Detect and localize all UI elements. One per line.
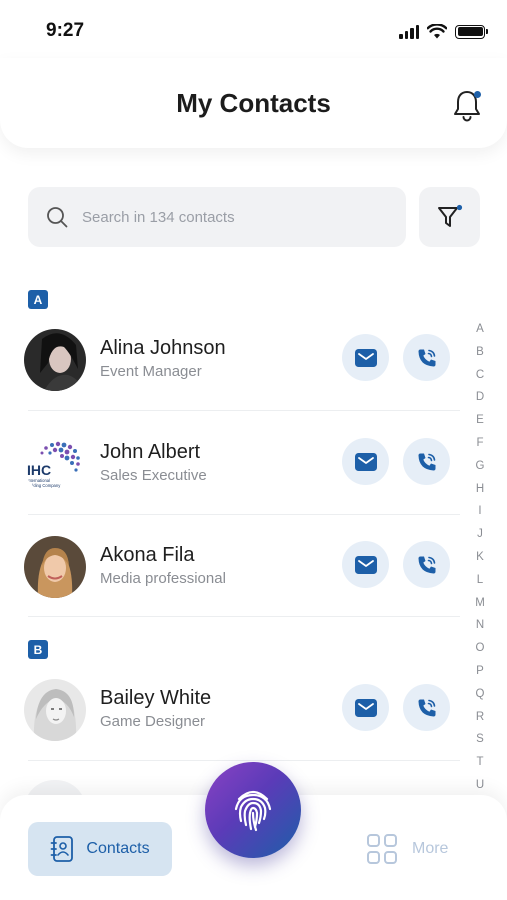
email-button[interactable] xyxy=(342,334,389,381)
call-button[interactable] xyxy=(403,438,450,485)
filter-button[interactable] xyxy=(419,187,480,247)
email-button[interactable] xyxy=(342,541,389,588)
search-input[interactable] xyxy=(82,208,362,226)
avatar xyxy=(24,329,86,391)
mail-icon xyxy=(354,698,377,717)
phone-icon xyxy=(418,556,435,573)
alphabet-index-letter[interactable]: O xyxy=(476,637,485,660)
alphabet-index-letter[interactable]: T xyxy=(476,751,483,774)
alphabet-index-letter[interactable]: H xyxy=(476,478,484,501)
alphabet-index-letter[interactable]: R xyxy=(476,706,484,729)
alphabet-index-letter[interactable]: P xyxy=(476,660,484,683)
section-letter-a: A xyxy=(28,290,48,309)
page-title: My Contacts xyxy=(176,88,331,118)
alphabet-index-letter[interactable]: I xyxy=(478,500,481,523)
tab-more-label: More xyxy=(412,840,449,857)
tab-contacts-label: Contacts xyxy=(86,840,150,857)
wifi-icon xyxy=(427,24,447,39)
alphabet-index-letter[interactable]: N xyxy=(476,614,484,637)
divider xyxy=(28,760,460,761)
contact-role: Game Designer xyxy=(100,713,206,730)
fingerprint-button[interactable] xyxy=(205,762,301,858)
contact-role: Media professional xyxy=(100,570,226,587)
alphabet-index-letter[interactable]: L xyxy=(477,569,483,592)
mail-icon xyxy=(354,348,377,367)
signal-icon xyxy=(399,24,419,39)
search-icon xyxy=(47,207,68,228)
alphabet-index-letter[interactable]: E xyxy=(476,409,484,432)
alphabet-index-letter[interactable]: B xyxy=(476,341,484,364)
phone-icon xyxy=(418,699,435,716)
contact-name: John Albert xyxy=(100,441,201,463)
contacts-book-icon xyxy=(51,836,74,862)
contact-row[interactable]: Bailey White Game Designer xyxy=(24,673,454,743)
alphabet-index-letter[interactable]: G xyxy=(476,455,485,478)
call-button[interactable] xyxy=(403,541,450,588)
svg-text:IHC: IHC xyxy=(27,462,51,478)
call-button[interactable] xyxy=(403,334,450,381)
section-letter-b: B xyxy=(28,640,48,659)
avatar xyxy=(24,536,86,598)
notification-button[interactable] xyxy=(451,88,483,124)
contact-name: Akona Fila xyxy=(100,544,195,566)
company-logo-avatar: IHC International Holding Company xyxy=(24,433,86,495)
phone-icon xyxy=(418,349,435,366)
alphabet-index-letter[interactable]: J xyxy=(477,523,483,546)
alphabet-index-letter[interactable]: C xyxy=(476,364,484,387)
email-button[interactable] xyxy=(342,438,389,485)
email-button[interactable] xyxy=(342,684,389,731)
alphabet-index-letter[interactable]: A xyxy=(476,318,484,341)
phone-icon xyxy=(418,453,435,470)
divider xyxy=(28,514,460,515)
contact-role: Sales Executive xyxy=(100,467,207,484)
status-time: 9:27 xyxy=(46,20,85,41)
notification-dot xyxy=(474,91,481,98)
alphabet-index-letter[interactable]: K xyxy=(476,546,484,569)
svg-text:Holding Company: Holding Company xyxy=(27,483,61,488)
contact-row[interactable]: IHC International Holding Company John A… xyxy=(24,427,454,497)
contact-name: Bailey White xyxy=(100,687,212,709)
avatar xyxy=(24,679,86,741)
filter-icon xyxy=(437,204,462,227)
contact-row[interactable]: Akona Fila Media professional xyxy=(24,530,454,600)
mail-icon xyxy=(354,555,377,574)
alphabet-index-letter[interactable]: D xyxy=(476,386,484,409)
fingerprint-icon xyxy=(234,790,272,832)
battery-icon xyxy=(455,24,488,39)
divider xyxy=(28,616,460,617)
status-bar: 9:27 xyxy=(0,0,507,60)
status-icons xyxy=(399,24,488,39)
alphabet-index[interactable]: ABCDEFGHIJKLMNOPQRSTU xyxy=(470,318,490,797)
alphabet-index-letter[interactable]: F xyxy=(476,432,483,455)
call-button[interactable] xyxy=(403,684,450,731)
alphabet-index-letter[interactable]: S xyxy=(476,728,484,751)
alphabet-index-letter[interactable]: M xyxy=(475,592,485,615)
tab-contacts[interactable]: Contacts xyxy=(28,822,172,876)
mail-icon xyxy=(354,452,377,471)
alphabet-index-letter[interactable]: U xyxy=(476,774,484,797)
search-box[interactable] xyxy=(28,187,406,247)
contact-name: Alina Johnson xyxy=(100,337,226,359)
divider xyxy=(28,410,460,411)
header: My Contacts xyxy=(0,58,507,148)
contact-role: Event Manager xyxy=(100,363,202,380)
contact-row[interactable]: Alina Johnson Event Manager xyxy=(24,323,454,393)
grid-icon xyxy=(367,834,397,864)
tab-more[interactable]: More xyxy=(366,833,448,865)
alphabet-index-letter[interactable]: Q xyxy=(476,683,485,706)
